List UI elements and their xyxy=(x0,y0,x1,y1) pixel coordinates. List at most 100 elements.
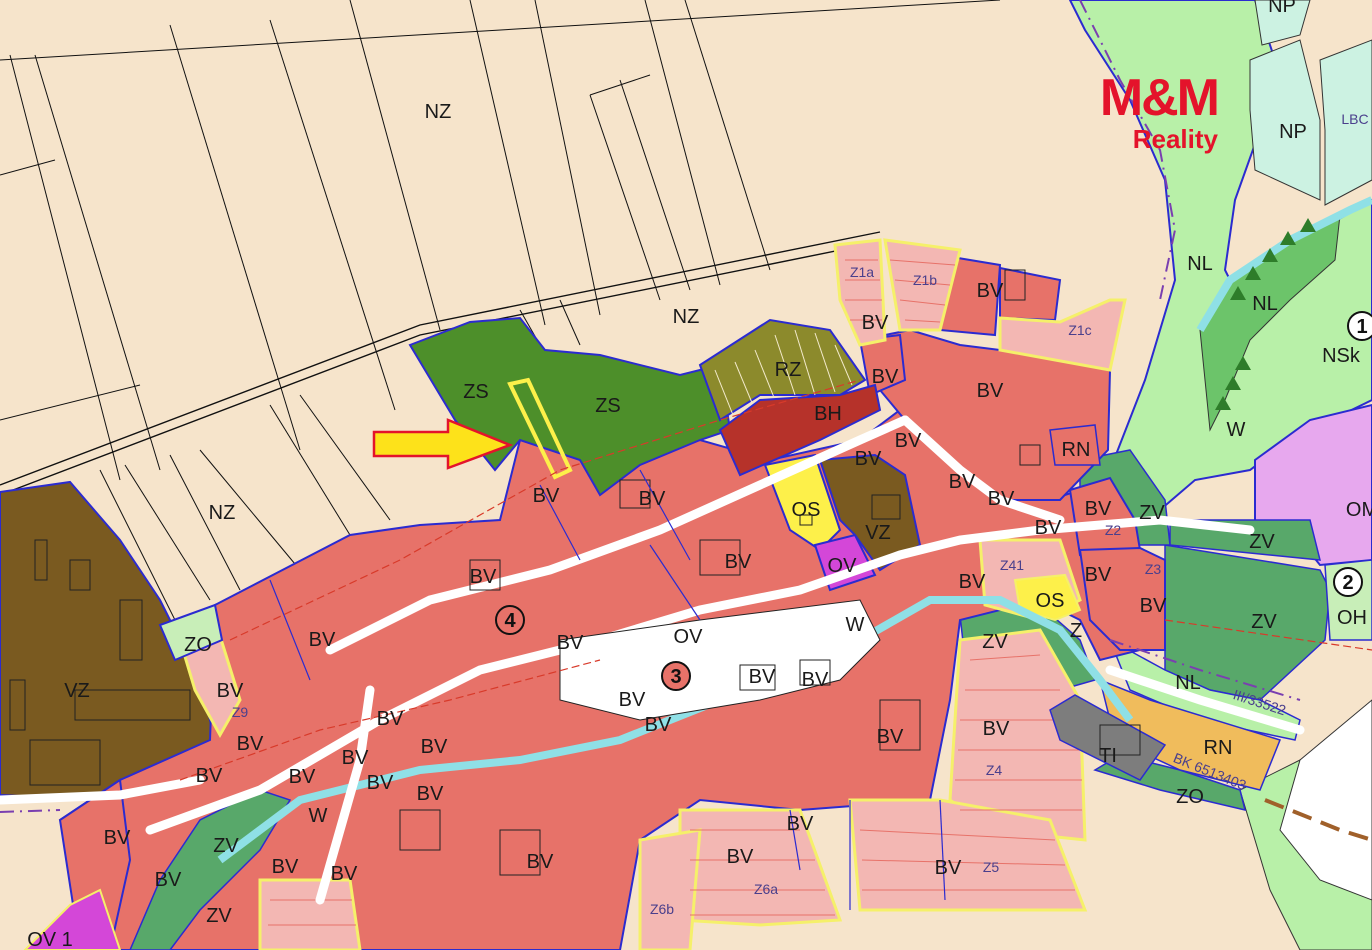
label-zv-4: ZV xyxy=(982,631,1008,653)
label-bv: BV xyxy=(417,783,444,805)
label-z5: Z5 xyxy=(983,859,1000,875)
label-w-3: W xyxy=(1227,419,1246,441)
label-bv: BV xyxy=(977,280,1004,302)
label-bv: BV xyxy=(949,471,976,493)
label-bv: BV xyxy=(377,708,404,730)
label-z6a: Z6a xyxy=(754,881,778,897)
zone-bv-z1c xyxy=(999,266,1062,322)
label-zo-2: ZO xyxy=(1176,786,1204,808)
label-zo-1: ZO xyxy=(184,634,212,656)
label-bv: BV xyxy=(872,366,899,388)
label-bv: BV xyxy=(802,669,829,691)
label-z41: Z41 xyxy=(1000,557,1024,573)
label-zv-2: ZV xyxy=(1249,531,1275,553)
label-nz-1: NZ xyxy=(425,101,452,123)
label-zv-5: ZV xyxy=(213,835,239,857)
label-bv: BV xyxy=(527,851,554,873)
label-bv: BV xyxy=(639,488,666,510)
label-zv-1: ZV xyxy=(1139,502,1165,524)
label-bv: BV xyxy=(895,430,922,452)
label-z4: Z4 xyxy=(986,762,1003,778)
label-np-2: NP xyxy=(1268,0,1296,17)
label-zv-6: ZV xyxy=(206,905,232,927)
label-z-small: Z xyxy=(1070,620,1082,642)
label-bv: BV xyxy=(619,689,646,711)
label-bv: BV xyxy=(977,380,1004,402)
label-bv: BV xyxy=(331,863,358,885)
label-bv: BV xyxy=(855,448,882,470)
label-nz-3: NZ xyxy=(209,502,236,524)
label-bv: BV xyxy=(289,766,316,788)
label-bv: BV xyxy=(272,856,299,878)
label-os-2: OS xyxy=(1036,590,1065,612)
label-rn-1: RN xyxy=(1062,439,1091,461)
label-ov1-edge: OV 1 xyxy=(27,929,73,950)
label-bv: BV xyxy=(104,827,131,849)
label-bv: BV xyxy=(217,680,244,702)
label-bv: BV xyxy=(470,566,497,588)
label-rz: RZ xyxy=(775,359,802,381)
label-ti: TI xyxy=(1099,745,1117,767)
label-bv: BV xyxy=(309,629,336,651)
marker-2: 2 xyxy=(1333,567,1363,597)
label-bv: BV xyxy=(533,485,560,507)
label-lbc: LBC xyxy=(1341,111,1368,127)
label-bv: BV xyxy=(1085,564,1112,586)
label-z1b: Z1b xyxy=(913,272,937,288)
label-nl-2: NL xyxy=(1252,293,1278,315)
label-z1c: Z1c xyxy=(1068,322,1091,338)
label-bv: BV xyxy=(988,488,1015,510)
label-vz-2: VZ xyxy=(865,522,891,544)
label-bv: BV xyxy=(421,736,448,758)
label-nsk: NSk xyxy=(1322,345,1361,367)
label-zs-1: ZS xyxy=(463,381,489,403)
label-om: OM xyxy=(1346,499,1372,521)
marker-4: 4 xyxy=(495,605,525,635)
brand-logo-main: M&M xyxy=(1099,69,1220,127)
marker-1: 1 xyxy=(1347,311,1372,341)
label-z2: Z2 xyxy=(1105,522,1122,538)
label-z9: Z9 xyxy=(232,704,249,720)
label-bv: BV xyxy=(727,846,754,868)
label-bv: BV xyxy=(155,869,182,891)
label-zv-3: ZV xyxy=(1251,611,1277,633)
label-rn-2: RN xyxy=(1204,737,1233,759)
label-nz-2: NZ xyxy=(673,306,700,328)
label-bv: BV xyxy=(342,747,369,769)
brand-logo-sub: Reality xyxy=(1132,124,1218,154)
label-bv: BV xyxy=(725,551,752,573)
label-z1a: Z1a xyxy=(850,264,874,280)
label-vz-1: VZ xyxy=(64,680,90,702)
zone-np-upper xyxy=(1249,39,1321,201)
label-z3: Z3 xyxy=(1145,561,1162,577)
label-bv: BV xyxy=(557,632,584,654)
label-zs-2: ZS xyxy=(595,395,621,417)
label-bv: BV xyxy=(983,718,1010,740)
label-bv: BV xyxy=(877,726,904,748)
marker-3-label: 3 xyxy=(670,666,681,688)
marker-3: 3 xyxy=(661,661,691,691)
label-bv: BV xyxy=(787,813,814,835)
label-bv: BV xyxy=(862,312,889,334)
label-bv: BV xyxy=(935,857,962,879)
brand-logo: M&M Reality xyxy=(1058,69,1220,154)
label-os-1: OS xyxy=(792,499,821,521)
label-bv: BV xyxy=(367,772,394,794)
label-bv: BV xyxy=(1035,517,1062,539)
label-bv: BV xyxy=(645,714,672,736)
label-bv: BV xyxy=(1140,595,1167,617)
label-np-1: NP xyxy=(1279,121,1307,143)
label-z6b: Z6b xyxy=(650,901,674,917)
marker-4-label: 4 xyxy=(504,610,516,632)
label-bv: BV xyxy=(1085,498,1112,520)
label-ov-1: OV xyxy=(828,555,858,577)
label-w-1: W xyxy=(846,614,865,636)
label-bh: BH xyxy=(814,403,842,425)
label-bv: BV xyxy=(749,666,776,688)
label-nl-3: NL xyxy=(1175,672,1201,694)
marker-1-label: 1 xyxy=(1356,316,1367,338)
marker-2-label: 2 xyxy=(1342,572,1353,594)
label-w-2: W xyxy=(309,805,328,827)
label-nl-1: NL xyxy=(1187,253,1213,275)
label-bv: BV xyxy=(237,733,264,755)
